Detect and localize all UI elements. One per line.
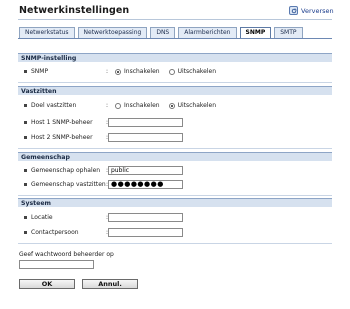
refresh-label: Verversen <box>301 6 334 15</box>
contact-label: Contactpersoon <box>31 229 79 236</box>
snmp-label: SNMP <box>31 68 49 75</box>
bullet-icon <box>24 216 27 219</box>
community-set-row-label: Gemeenschap vastzitten <box>24 181 106 188</box>
refresh-button[interactable]: Verversen <box>289 5 334 16</box>
location-row-label: Locatie <box>24 214 53 221</box>
bullet-icon <box>24 136 27 139</box>
section-header-traps: Vastzitten <box>18 86 332 95</box>
host1-label: Host 1 SNMP-beheer <box>31 119 93 126</box>
doel-row-label: Doel vastzitten <box>24 102 76 109</box>
community-get-row-label: Gemeenschap ophalen <box>24 167 100 174</box>
host1-input[interactable] <box>108 118 183 127</box>
location-input[interactable] <box>108 213 183 222</box>
section-divider <box>18 195 332 196</box>
bullet-icon <box>24 183 27 186</box>
tab-divider <box>18 38 332 39</box>
section-divider <box>18 148 332 149</box>
contact-input[interactable] <box>108 228 183 237</box>
page-title: Netwerkinstellingen <box>19 5 130 16</box>
bullet-icon <box>24 169 27 172</box>
traps-enable-radio[interactable] <box>115 102 121 109</box>
section-header-system: Systeem <box>18 198 332 207</box>
bullet-icon <box>24 70 27 73</box>
section-divider <box>18 82 332 83</box>
host1-row-label: Host 1 SNMP-beheer <box>24 119 93 126</box>
section-header-community: Gemeenschap <box>18 152 332 161</box>
bullet-icon <box>24 121 27 124</box>
community-get-label: Gemeenschap ophalen <box>31 167 101 174</box>
location-label: Locatie <box>31 214 53 221</box>
title-divider <box>18 19 332 20</box>
host2-row-label: Host 2 SNMP-beheer <box>24 134 93 141</box>
section-divider <box>18 243 332 244</box>
admin-password-label: Geef wachtwoord beheerder op <box>19 251 114 258</box>
snmp-disable-radio[interactable] <box>168 68 175 75</box>
admin-password-input[interactable] <box>19 260 94 269</box>
traps-disable-label: Uitschakelen <box>177 102 217 109</box>
section-header-snmp: SNMP-instelling <box>18 53 332 62</box>
contact-row-label: Contactpersoon <box>24 229 79 236</box>
snmp-enable-radio[interactable] <box>115 68 121 75</box>
traps-disable-radio[interactable] <box>168 102 175 109</box>
snmp-enable-label: Inschakelen <box>124 68 160 75</box>
snmp-radio-group: Inschakelen Uitschakelen <box>115 68 222 75</box>
host2-input[interactable] <box>108 133 183 142</box>
community-set-label: Gemeenschap vastzitten <box>31 181 106 188</box>
colon: : <box>106 102 109 109</box>
snmp-disable-label: Uitschakelen <box>177 68 217 75</box>
bullet-icon <box>24 231 27 234</box>
traps-radio-group: Inschakelen Uitschakelen <box>115 102 222 109</box>
cancel-button[interactable]: Annul. <box>82 279 138 289</box>
refresh-icon <box>289 6 298 15</box>
community-get-input[interactable]: public <box>108 166 183 175</box>
host2-label: Host 2 SNMP-beheer <box>31 134 93 141</box>
snmp-row-label: SNMP <box>24 68 48 75</box>
bullet-icon <box>24 104 27 107</box>
colon: : <box>106 68 109 75</box>
ok-button[interactable]: OK <box>19 279 75 289</box>
traps-enable-label: Inschakelen <box>124 102 160 109</box>
doel-label: Doel vastzitten <box>31 102 77 109</box>
community-set-password-input[interactable]: ●●●●●●●● <box>108 180 183 189</box>
